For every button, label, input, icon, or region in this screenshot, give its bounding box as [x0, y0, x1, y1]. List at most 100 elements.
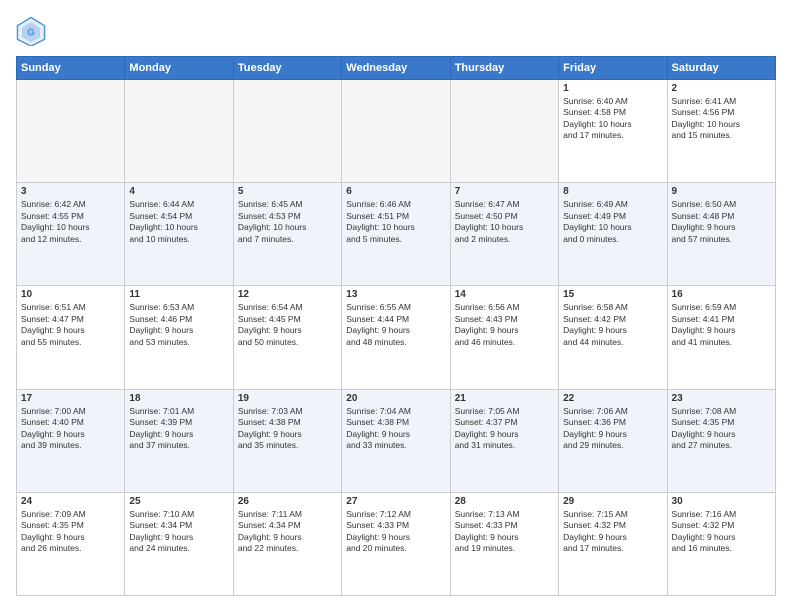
day-number: 18 — [129, 393, 228, 404]
logo-icon: G — [16, 16, 46, 46]
calendar-cell: 30 Sunrise: 7:16 AM Sunset: 4:32 PM Dayli… — [667, 492, 775, 595]
day-number: 7 — [455, 186, 554, 197]
day-info: Sunrise: 6:44 AM Sunset: 4:54 PM Dayligh… — [129, 199, 228, 245]
calendar-cell: 29Sunrise: 7:15 AM Sunset: 4:32 PM Dayli… — [559, 492, 667, 595]
calendar-cell — [450, 80, 558, 183]
calendar-cell: 15 Sunrise: 6:58 AM Sunset: 4:42 PM Dayli… — [559, 286, 667, 389]
day-info: Sunrise: 6:45 AM Sunset: 4:53 PM Dayligh… — [238, 199, 337, 245]
day-info: Sunrise: 7:03 AM Sunset: 4:38 PM Dayligh… — [238, 406, 337, 452]
calendar-cell: 20 Sunrise: 7:04 AM Sunset: 4:38 PM Dayli… — [342, 389, 450, 492]
day-number: 27 — [346, 496, 445, 507]
day-number: 13 — [346, 289, 445, 300]
day-number: 22 — [563, 393, 662, 404]
day-number: 25 — [129, 496, 228, 507]
header: G — [16, 16, 776, 46]
calendar-cell: 26 Sunrise: 7:11 AM Sunset: 4:34 PM Dayli… — [233, 492, 341, 595]
weekday-header-friday: Friday — [559, 57, 667, 80]
day-info: Sunrise: 6:51 AM Sunset: 4:47 PM Dayligh… — [21, 302, 120, 348]
calendar-cell — [125, 80, 233, 183]
day-info: Sunrise: 7:00 AM Sunset: 4:40 PM Dayligh… — [21, 406, 120, 452]
day-info: Sunrise: 6:50 AM Sunset: 4:48 PM Dayligh… — [672, 199, 771, 245]
day-info: Sunrise: 7:01 AM Sunset: 4:39 PM Dayligh… — [129, 406, 228, 452]
calendar-cell: 28 Sunrise: 7:13 AM Sunset: 4:33 PM Dayli… — [450, 492, 558, 595]
calendar-cell: 1 Sunrise: 6:40 AM Sunset: 4:58 PM Daylig… — [559, 80, 667, 183]
calendar-cell: 2 Sunrise: 6:41 AM Sunset: 4:56 PM Daylig… — [667, 80, 775, 183]
calendar-cell: 27 Sunrise: 7:12 AM Sunset: 4:33 PM Dayli… — [342, 492, 450, 595]
day-number: 8 — [563, 186, 662, 197]
weekday-header-tuesday: Tuesday — [233, 57, 341, 80]
day-info: Sunrise: 6:46 AM Sunset: 4:51 PM Dayligh… — [346, 199, 445, 245]
day-number: 5 — [238, 186, 337, 197]
day-info: Sunrise: 6:42 AM Sunset: 4:55 PM Dayligh… — [21, 199, 120, 245]
day-number: 11 — [129, 289, 228, 300]
day-number: 1 — [563, 83, 662, 94]
day-info: Sunrise: 6:59 AM Sunset: 4:41 PM Dayligh… — [672, 302, 771, 348]
calendar-cell: 10 Sunrise: 6:51 AM Sunset: 4:47 PM Dayli… — [17, 286, 125, 389]
week-row-2: 3Sunrise: 6:42 AM Sunset: 4:55 PM Daylig… — [17, 183, 776, 286]
day-number: 28 — [455, 496, 554, 507]
calendar-cell: 11 Sunrise: 6:53 AM Sunset: 4:46 PM Dayli… — [125, 286, 233, 389]
weekday-header-monday: Monday — [125, 57, 233, 80]
day-info: Sunrise: 6:41 AM Sunset: 4:56 PM Dayligh… — [672, 96, 771, 142]
calendar-cell: 7Sunrise: 6:47 AM Sunset: 4:50 PM Daylig… — [450, 183, 558, 286]
day-number: 29 — [563, 496, 662, 507]
calendar-cell: 16 Sunrise: 6:59 AM Sunset: 4:41 PM Dayli… — [667, 286, 775, 389]
weekday-header-sunday: Sunday — [17, 57, 125, 80]
weekday-header-wednesday: Wednesday — [342, 57, 450, 80]
week-row-5: 24 Sunrise: 7:09 AM Sunset: 4:35 PM Dayli… — [17, 492, 776, 595]
day-number: 10 — [21, 289, 120, 300]
page: G SundayMondayTuesdayWednesdayThursdayFr… — [0, 0, 792, 612]
day-number: 4 — [129, 186, 228, 197]
calendar-cell: 3Sunrise: 6:42 AM Sunset: 4:55 PM Daylig… — [17, 183, 125, 286]
calendar-cell: 9 Sunrise: 6:50 AM Sunset: 4:48 PM Daylig… — [667, 183, 775, 286]
day-number: 14 — [455, 289, 554, 300]
calendar-cell: 17Sunrise: 7:00 AM Sunset: 4:40 PM Dayli… — [17, 389, 125, 492]
day-info: Sunrise: 7:09 AM Sunset: 4:35 PM Dayligh… — [21, 509, 120, 555]
day-number: 24 — [21, 496, 120, 507]
day-info: Sunrise: 7:13 AM Sunset: 4:33 PM Dayligh… — [455, 509, 554, 555]
day-info: Sunrise: 6:55 AM Sunset: 4:44 PM Dayligh… — [346, 302, 445, 348]
calendar-cell: 24 Sunrise: 7:09 AM Sunset: 4:35 PM Dayli… — [17, 492, 125, 595]
calendar-table: SundayMondayTuesdayWednesdayThursdayFrid… — [16, 56, 776, 596]
day-info: Sunrise: 7:16 AM Sunset: 4:32 PM Dayligh… — [672, 509, 771, 555]
day-info: Sunrise: 7:06 AM Sunset: 4:36 PM Dayligh… — [563, 406, 662, 452]
calendar-cell: 5 Sunrise: 6:45 AM Sunset: 4:53 PM Daylig… — [233, 183, 341, 286]
day-info: Sunrise: 7:04 AM Sunset: 4:38 PM Dayligh… — [346, 406, 445, 452]
calendar-cell: 21 Sunrise: 7:05 AM Sunset: 4:37 PM Dayli… — [450, 389, 558, 492]
day-info: Sunrise: 6:56 AM Sunset: 4:43 PM Dayligh… — [455, 302, 554, 348]
calendar-cell: 25 Sunrise: 7:10 AM Sunset: 4:34 PM Dayli… — [125, 492, 233, 595]
svg-text:G: G — [27, 28, 35, 39]
day-info: Sunrise: 7:10 AM Sunset: 4:34 PM Dayligh… — [129, 509, 228, 555]
weekday-header-saturday: Saturday — [667, 57, 775, 80]
calendar-cell: 18 Sunrise: 7:01 AM Sunset: 4:39 PM Dayli… — [125, 389, 233, 492]
day-info: Sunrise: 6:49 AM Sunset: 4:49 PM Dayligh… — [563, 199, 662, 245]
day-number: 19 — [238, 393, 337, 404]
calendar-cell — [17, 80, 125, 183]
day-info: Sunrise: 7:08 AM Sunset: 4:35 PM Dayligh… — [672, 406, 771, 452]
day-number: 21 — [455, 393, 554, 404]
day-info: Sunrise: 6:58 AM Sunset: 4:42 PM Dayligh… — [563, 302, 662, 348]
calendar-cell: 6Sunrise: 6:46 AM Sunset: 4:51 PM Daylig… — [342, 183, 450, 286]
calendar-cell: 12 Sunrise: 6:54 AM Sunset: 4:45 PM Dayli… — [233, 286, 341, 389]
day-number: 30 — [672, 496, 771, 507]
logo: G — [16, 16, 50, 46]
day-info: Sunrise: 7:05 AM Sunset: 4:37 PM Dayligh… — [455, 406, 554, 452]
day-info: Sunrise: 7:12 AM Sunset: 4:33 PM Dayligh… — [346, 509, 445, 555]
day-info: Sunrise: 7:11 AM Sunset: 4:34 PM Dayligh… — [238, 509, 337, 555]
day-info: Sunrise: 6:40 AM Sunset: 4:58 PM Dayligh… — [563, 96, 662, 142]
day-number: 16 — [672, 289, 771, 300]
day-number: 23 — [672, 393, 771, 404]
day-number: 15 — [563, 289, 662, 300]
calendar-cell: 13 Sunrise: 6:55 AM Sunset: 4:44 PM Dayli… — [342, 286, 450, 389]
day-info: Sunrise: 6:53 AM Sunset: 4:46 PM Dayligh… — [129, 302, 228, 348]
day-number: 20 — [346, 393, 445, 404]
calendar-cell: 8 Sunrise: 6:49 AM Sunset: 4:49 PM Daylig… — [559, 183, 667, 286]
day-info: Sunrise: 6:54 AM Sunset: 4:45 PM Dayligh… — [238, 302, 337, 348]
day-number: 12 — [238, 289, 337, 300]
day-number: 2 — [672, 83, 771, 94]
week-row-1: 1 Sunrise: 6:40 AM Sunset: 4:58 PM Daylig… — [17, 80, 776, 183]
calendar-cell: 23 Sunrise: 7:08 AM Sunset: 4:35 PM Dayli… — [667, 389, 775, 492]
day-number: 26 — [238, 496, 337, 507]
day-number: 9 — [672, 186, 771, 197]
weekday-header-thursday: Thursday — [450, 57, 558, 80]
